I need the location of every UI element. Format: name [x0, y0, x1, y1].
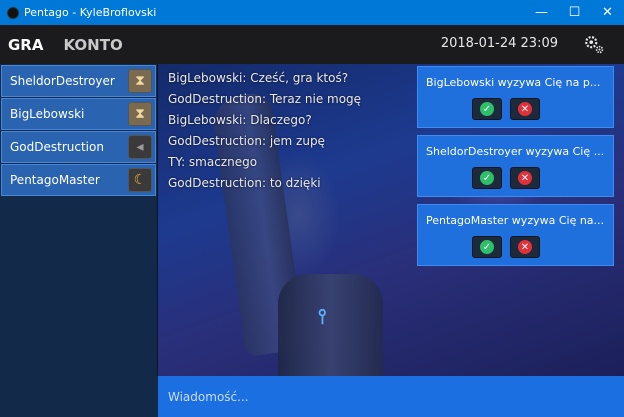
- close-icon: ✕: [518, 102, 532, 116]
- close-button[interactable]: ✕: [591, 0, 624, 25]
- chat-message: BigLebowski: Cześć, gra ktoś?: [168, 71, 349, 85]
- message-input-bar: [158, 376, 624, 417]
- chat-message: GodDestruction: Teraz nie mogę: [168, 92, 362, 106]
- chat-message: GodDestruction: to dzięki: [168, 176, 321, 190]
- hourglass-icon: ⧗: [128, 69, 152, 93]
- chat-log: BigLebowski: Cześć, gra ktoś? GodDestruc…: [168, 68, 361, 194]
- close-icon: ✕: [518, 240, 532, 254]
- background-rune: ⫯: [318, 304, 327, 328]
- challenge-card: PentagoMaster wyzywa Cię na... ✓ ✕: [417, 204, 614, 266]
- tab-gra[interactable]: GRA: [8, 36, 43, 54]
- chat-message: BigLebowski: Dlaczego?: [168, 113, 312, 127]
- reject-button[interactable]: ✕: [510, 236, 540, 258]
- player-item[interactable]: PentagoMaster ☾: [1, 164, 156, 196]
- challenge-card: SheldorDestroyer wyzywa Cię ... ✓ ✕: [417, 135, 614, 197]
- accept-button[interactable]: ✓: [472, 98, 502, 120]
- player-item[interactable]: BigLebowski ⧗: [1, 98, 156, 130]
- tab-konto[interactable]: KONTO: [63, 36, 122, 54]
- challenge-message: SheldorDestroyer wyzywa Cię ...: [426, 145, 605, 158]
- gear-icon[interactable]: [583, 33, 605, 55]
- reject-button[interactable]: ✕: [510, 167, 540, 189]
- player-name: PentagoMaster: [10, 173, 100, 187]
- player-name: BigLebowski: [10, 107, 85, 121]
- chat-message: GodDestruction: jem zupę: [168, 134, 325, 148]
- challenge-card: BigLebowski wyzywa Cię na p... ✓ ✕: [417, 66, 614, 128]
- check-icon: ✓: [480, 102, 494, 116]
- challenge-message: BigLebowski wyzywa Cię na p...: [426, 76, 601, 89]
- player-name: GodDestruction: [10, 140, 104, 154]
- player-item[interactable]: SheldorDestroyer ⧗: [1, 65, 156, 97]
- reject-button[interactable]: ✕: [510, 98, 540, 120]
- moon-icon: ☾: [128, 168, 152, 192]
- sidebar-footer: [0, 376, 158, 417]
- app-icon: [7, 6, 19, 19]
- message-input[interactable]: [168, 389, 608, 404]
- idle-icon: ◂: [128, 135, 152, 159]
- window-titlebar: Pentago - KyleBroflovski — ☐ ✕: [0, 0, 624, 25]
- background-rock: [278, 274, 383, 376]
- chat-panel: ⫯ BigLebowski: Cześć, gra ktoś? GodDestr…: [158, 64, 624, 376]
- top-nav: GRA KONTO 2018-01-24 23:09: [0, 25, 624, 64]
- challenge-message: PentagoMaster wyzywa Cię na...: [426, 214, 605, 227]
- accept-button[interactable]: ✓: [472, 167, 502, 189]
- close-icon: ✕: [518, 171, 532, 185]
- check-icon: ✓: [480, 240, 494, 254]
- maximize-button[interactable]: ☐: [558, 0, 591, 25]
- datetime-display: 2018-01-24 23:09: [440, 36, 558, 51]
- player-item[interactable]: GodDestruction ◂: [1, 131, 156, 163]
- check-icon: ✓: [480, 171, 494, 185]
- minimize-button[interactable]: —: [525, 0, 558, 25]
- chat-message: TY: smacznego: [168, 155, 258, 169]
- accept-button[interactable]: ✓: [472, 236, 502, 258]
- hourglass-icon: ⧗: [128, 102, 152, 126]
- window-title: Pentago - KyleBroflovski: [24, 6, 157, 19]
- player-list: SheldorDestroyer ⧗ BigLebowski ⧗ GodDest…: [0, 64, 158, 417]
- player-name: SheldorDestroyer: [10, 74, 115, 88]
